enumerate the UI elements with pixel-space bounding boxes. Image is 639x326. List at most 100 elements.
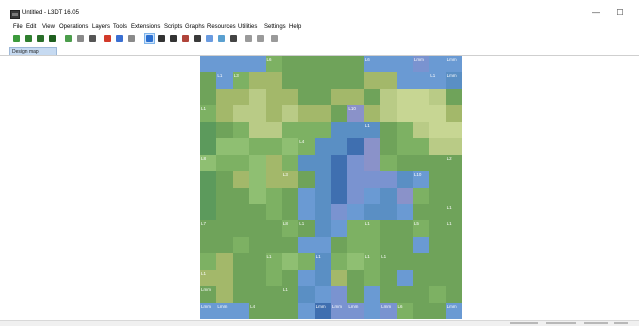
terrain-tile — [331, 171, 348, 189]
save-button[interactable] — [36, 34, 45, 43]
menu-tools[interactable]: Tools — [113, 24, 127, 30]
terrain-tile — [445, 187, 462, 205]
terrain-tile — [363, 105, 381, 123]
number-button[interactable] — [270, 34, 279, 43]
pointer-button[interactable] — [144, 33, 155, 44]
terrain-tile — [232, 56, 250, 74]
terrain-tile — [412, 105, 430, 123]
terrain-tile — [380, 121, 398, 139]
map-label: L3 — [233, 73, 239, 79]
terrain-tile — [200, 171, 217, 189]
minimize-button[interactable]: — — [585, 6, 607, 20]
terrain-tile — [380, 236, 398, 254]
menu-settings[interactable]: Settings — [264, 24, 286, 30]
map-label: Lmm — [315, 303, 326, 309]
arrows-button[interactable] — [76, 34, 85, 43]
map-label: L1 — [446, 221, 452, 227]
terrain-tile — [216, 286, 234, 304]
pin-blue-button[interactable] — [115, 34, 124, 43]
map-label: L2 — [446, 155, 452, 161]
terrain-tile — [347, 154, 365, 172]
terrain-tile — [412, 236, 430, 254]
terrain-tile — [331, 154, 348, 172]
menu-help[interactable]: Help — [289, 24, 301, 30]
terrain-tile — [216, 253, 234, 271]
map-label: L6 — [397, 303, 403, 309]
map-label: L8 — [201, 155, 207, 161]
map-label: L1 — [430, 73, 436, 79]
terrain-tile — [429, 171, 447, 189]
terrain-tile — [249, 171, 267, 189]
terrain-tile — [281, 302, 299, 319]
terrain-tile — [412, 121, 430, 139]
terrain-tile — [200, 121, 217, 139]
terrain-tile — [429, 121, 447, 139]
terrain-tile — [429, 88, 447, 106]
terrain-tile — [445, 286, 462, 304]
menu-file[interactable]: File — [13, 24, 23, 30]
open-button[interactable] — [24, 34, 33, 43]
terrain-tile — [363, 302, 381, 319]
palette-button[interactable] — [217, 34, 226, 43]
menu-view[interactable]: View — [42, 24, 55, 30]
terrain-tile — [380, 88, 398, 106]
terrain-tile — [216, 105, 234, 123]
menu-edit[interactable]: Edit — [26, 24, 36, 30]
brush-button[interactable] — [244, 34, 253, 43]
terrain-tile — [216, 138, 234, 156]
terrain-tile — [429, 138, 447, 156]
flat-button[interactable] — [229, 34, 238, 43]
terrain-tile — [298, 121, 316, 139]
stamp-button[interactable] — [88, 34, 97, 43]
menu-operations[interactable]: Operations — [59, 24, 88, 30]
terrain-tile — [347, 72, 365, 90]
terrain-tile — [347, 253, 365, 271]
terrain-tile — [412, 203, 430, 221]
terrain-icon — [257, 35, 264, 42]
tab-design-map[interactable]: Design map — [9, 47, 57, 55]
map-label: L3 — [282, 172, 288, 178]
terrain-tile — [429, 154, 447, 172]
select-button[interactable] — [181, 34, 190, 43]
terrain-tile — [216, 171, 234, 189]
filter-button[interactable] — [127, 34, 136, 43]
map-label: L6 — [364, 57, 370, 62]
menu-graphs[interactable]: Graphs — [185, 24, 205, 30]
terrain-tile — [265, 171, 283, 189]
tab-bar: Design map — [0, 47, 639, 56]
terrain-tile — [216, 269, 234, 287]
maximize-button[interactable]: ☐ — [609, 6, 631, 20]
terrain-tile — [298, 72, 316, 90]
terrain-tile — [314, 187, 332, 205]
terrain-tile — [347, 286, 365, 304]
menu-resources[interactable]: Resources — [207, 24, 236, 30]
new-button[interactable] — [12, 34, 21, 43]
pen-button[interactable] — [169, 34, 178, 43]
terrain-tile — [331, 236, 348, 254]
menu-layers[interactable]: Layers — [92, 24, 110, 30]
pin-red-button[interactable] — [103, 34, 112, 43]
save-as-button[interactable] — [48, 34, 57, 43]
terrain-tile — [200, 203, 217, 221]
terrain-tile — [331, 187, 348, 205]
pin-blue-icon — [116, 35, 123, 42]
expand-button[interactable] — [205, 34, 214, 43]
terrain-tile — [396, 187, 414, 205]
pen-alt-button[interactable] — [157, 34, 166, 43]
terrain-tile — [200, 187, 217, 205]
terrain-tile — [314, 105, 332, 123]
menu-extensions[interactable]: Extensions — [131, 24, 160, 30]
magnet-button[interactable] — [193, 34, 202, 43]
terrain-button[interactable] — [256, 34, 265, 43]
terrain-tile — [396, 269, 414, 287]
terrain-tile — [331, 253, 348, 271]
terrain-tile — [445, 88, 462, 106]
map-label: Lmm — [348, 303, 359, 309]
pen-icon — [170, 35, 177, 42]
terrain-tile — [396, 138, 414, 156]
design-map-canvas[interactable]: L6 L6 Lmm Lmm L1 L3 L1 Lmm L1 L10 L1 L4 L8 L2 L3 L10 L1 L… — [200, 56, 462, 319]
terrain-tile — [314, 203, 332, 221]
menu-scripts[interactable]: Scripts — [164, 24, 182, 30]
grid-button[interactable] — [64, 34, 73, 43]
menu-utilities[interactable]: Utilities — [238, 24, 257, 30]
